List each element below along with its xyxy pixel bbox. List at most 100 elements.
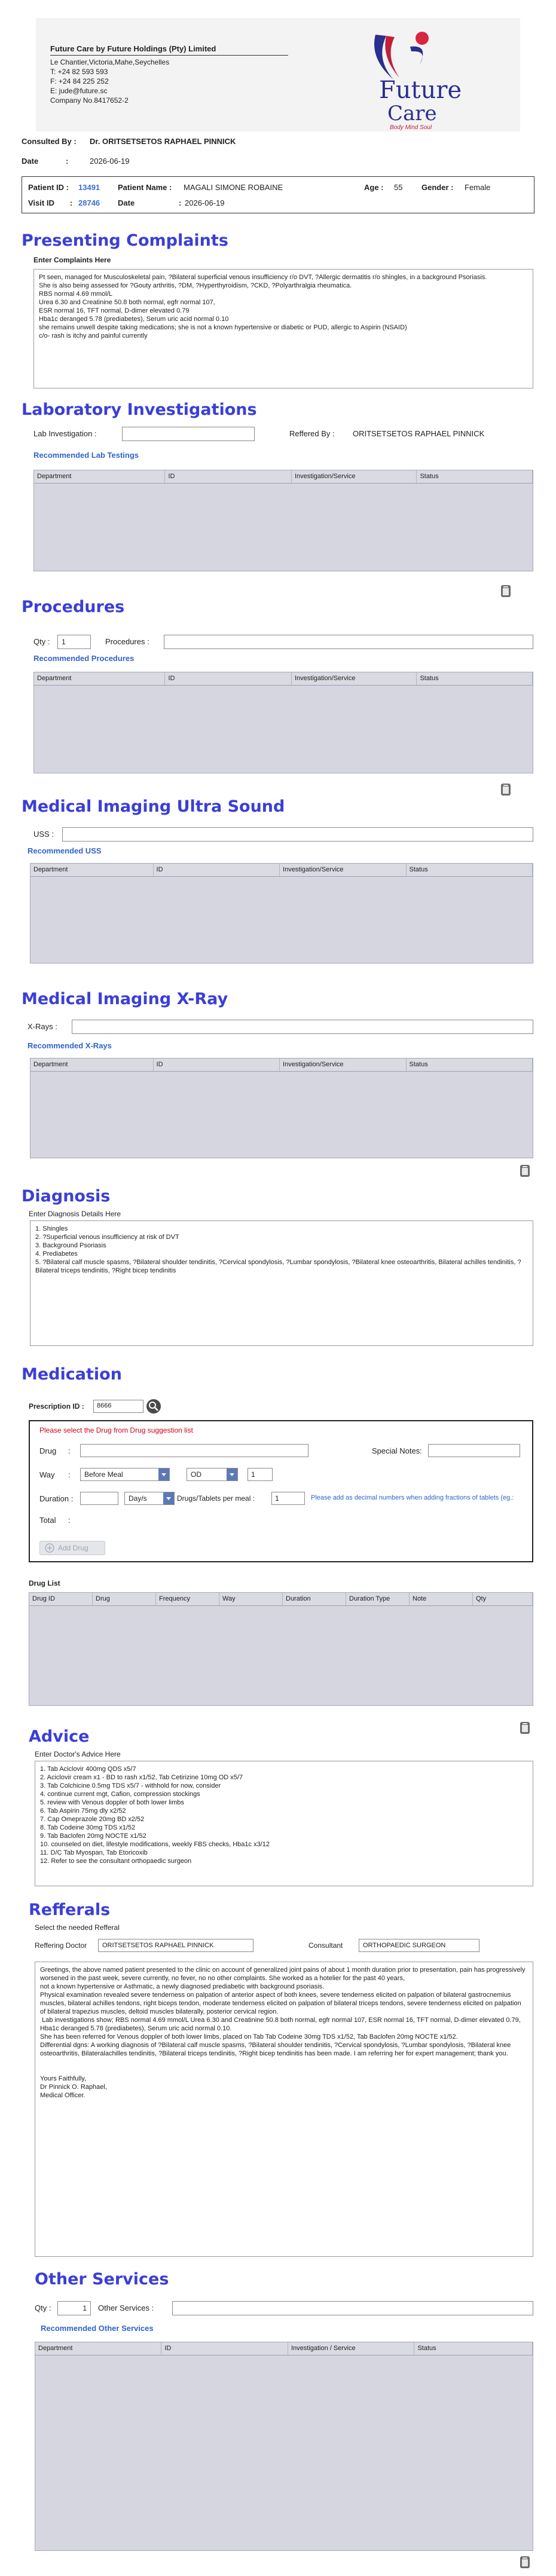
other-services-qty-input[interactable]: 1 [57,2301,91,2315]
procedures-col-department[interactable]: Department [34,672,166,685]
duration-input[interactable] [80,1492,118,1505]
logo-word-care: Care [387,102,437,126]
company-fax: F: +24 84 225 252 [50,77,109,85]
other-services-grid: Department ID Investigation / Service St… [35,2342,533,2551]
drug-col-qty[interactable]: Qty [473,1593,533,1605]
drug-col-way[interactable]: Way [219,1593,283,1605]
drug-col-drug[interactable]: Drug [93,1593,156,1605]
patient-name-value: MAGALI SIMONE ROBAINE [184,183,283,192]
xray-recommended-grid: Department ID Investigation/Service Stat… [30,1058,533,1158]
frequency-count-input[interactable]: 1 [248,1468,273,1481]
consultant-input[interactable]: ORTHOPAEDIC SURGEON [359,1939,479,1952]
procedures-col-id[interactable]: ID [165,672,292,685]
complaints-textarea[interactable]: Pt seen, managed for Musculoskeletal pai… [33,269,533,388]
way-select[interactable]: Before Meal [80,1468,170,1481]
drug-list-title: Drug List [29,1579,60,1587]
logo-word-future: Future [379,77,462,104]
advice-textarea[interactable]: 1. Tab Aciclovir 400mg QDS x5/7 2. Acicl… [35,1761,533,1886]
lab-investigation-input[interactable] [122,427,255,441]
lab-title: Laboratory Investigations [22,400,257,419]
procedures-qty-input[interactable]: 1 [57,635,91,649]
search-icon[interactable] [146,1399,161,1414]
drug-col-duration[interactable]: Duration [283,1593,346,1605]
prescription-id-input[interactable]: 8666 [93,1400,143,1413]
trash-icon[interactable] [500,585,512,598]
lab-investigation-label: Lab Investigation : [33,429,97,438]
lab-col-status[interactable]: Status [417,470,533,483]
other-services-label: Other Services : [98,2303,154,2312]
xray-input[interactable] [72,1020,533,1034]
visit-id-value[interactable]: 28746 [78,198,100,207]
uss-label: USS : [33,830,54,839]
diagnosis-textarea[interactable]: 1. Shingles 2. ?Superficial venous insuf… [30,1220,533,1346]
visit-id-sep: : [70,198,73,207]
company-email: E: jude@future.sc [50,87,108,95]
future-care-logo: Future Care Body Mind Soul [358,23,465,131]
special-notes-input[interactable] [428,1444,520,1457]
drug-col-duration-type[interactable]: Duration Type [346,1593,410,1605]
frequency-select[interactable]: OD [187,1468,238,1481]
uss-input[interactable] [62,827,533,842]
visit-id-label: Visit ID [28,198,54,207]
medication-title: Medication [22,1365,122,1384]
drug-input[interactable] [80,1444,308,1457]
trash-icon[interactable] [519,1721,531,1734]
drug-col-id[interactable]: Drug ID [29,1593,93,1605]
other-services-title: Other Services [35,2270,169,2289]
consultant-label: Consultant [308,1941,343,1950]
procedures-col-status[interactable]: Status [417,672,533,685]
add-drug-button[interactable]: Add Drug [39,1541,105,1555]
patient-age-label: Age : [364,183,384,192]
notes-colon: : [420,1446,422,1455]
uss-col-status[interactable]: Status [407,864,533,876]
lab-col-department[interactable]: Department [34,470,166,483]
procedures-title: Procedures [22,598,125,616]
drug-col-frequency[interactable]: Frequency [156,1593,219,1605]
duration-unit-select[interactable]: Day/s [124,1492,175,1505]
uss-recommended-grid: Department ID Investigation/Service Stat… [30,863,533,963]
other-col-status[interactable]: Status [414,2342,533,2355]
patient-id-value[interactable]: 13491 [78,183,100,192]
lab-col-service[interactable]: Investigation/Service [292,470,417,483]
other-services-input[interactable] [172,2301,533,2315]
xray-col-department[interactable]: Department [30,1058,154,1071]
procedures-input[interactable] [164,635,533,649]
trash-icon[interactable] [500,783,512,796]
complaints-subtitle: Enter Complaints Here [33,256,111,264]
procedures-recommended-grid: Department ID Investigation/Service Stat… [33,672,533,773]
uss-col-id[interactable]: ID [154,864,280,876]
xray-col-service[interactable]: Investigation/Service [280,1058,407,1071]
uss-col-department[interactable]: Department [30,864,154,876]
lab-grid-header: Department ID Investigation/Service Stat… [34,470,533,484]
lab-recommended-grid: Department ID Investigation/Service Stat… [33,470,533,571]
xray-col-status[interactable]: Status [407,1058,533,1071]
decimal-hint: Please add as decimal numbers when addin… [311,1494,514,1501]
other-col-service[interactable]: Investigation / Service [288,2342,415,2355]
trash-icon[interactable] [519,2556,531,2569]
drug-col-note[interactable]: Note [410,1593,473,1605]
lab-col-id[interactable]: ID [165,470,292,483]
drug-list-grid: Drug ID Drug Frequency Way Duration Dura… [29,1592,533,1706]
lab-referred-value: ORITSETSETOS RAPHAEL PINNICK [353,429,485,438]
total-colon: : [68,1516,71,1525]
procedures-recommended-title: Recommended Procedures [33,654,135,663]
uss-col-service[interactable]: Investigation/Service [280,864,407,876]
referring-doctor-input[interactable]: ORITSETSETOS RAPHAEL PINNICK [98,1939,253,1952]
other-col-id[interactable]: ID [161,2342,288,2355]
consult-date-label: Date [22,157,39,166]
xray-grid-header: Department ID Investigation/Service Stat… [30,1058,533,1072]
consulted-by-label: Consulted By : [22,137,77,146]
patient-age-value: 55 [394,183,403,192]
xray-col-id[interactable]: ID [154,1058,280,1071]
dropdown-arrow-icon [158,1468,169,1480]
lab-referred-label: Reffered By : [289,429,335,438]
referral-letter-textarea[interactable]: Greetings, the above named patient prese… [35,1962,533,2257]
trash-icon[interactable] [519,1164,531,1177]
patient-gender-label: Gender : [421,183,454,192]
other-col-department[interactable]: Department [35,2342,162,2355]
per-meal-input[interactable]: 1 [271,1492,305,1505]
visit-date-value: 2026-06-19 [185,198,225,207]
complaints-title: Presenting Complaints [22,231,228,250]
procedures-col-service[interactable]: Investigation/Service [292,672,417,685]
procedures-qty-label: Qty : [33,637,50,646]
